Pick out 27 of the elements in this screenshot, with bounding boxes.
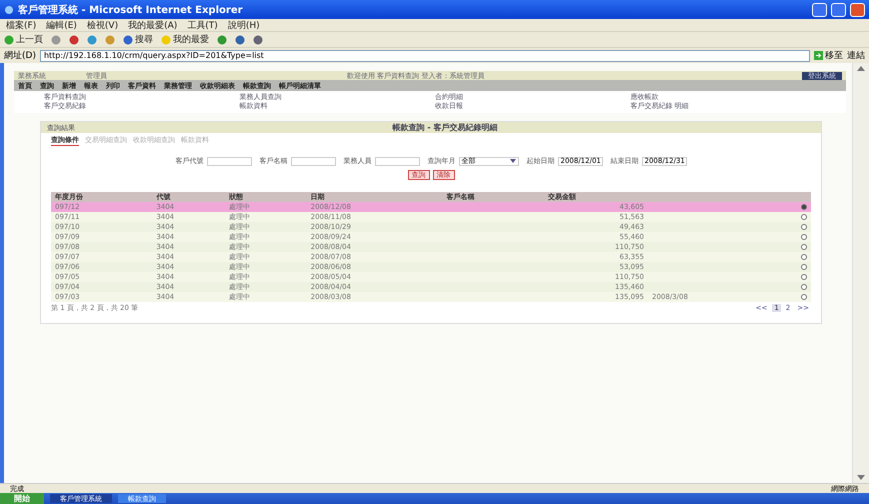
window-title: 客戶管理系統 - Microsoft Internet Explorer: [18, 3, 243, 16]
maximize-button[interactable]: [831, 2, 846, 16]
go-button[interactable]: 移至: [814, 49, 843, 62]
go-arrow-icon: [814, 51, 823, 60]
scroll-down-icon[interactable]: [857, 475, 865, 481]
dropdown-arrow-icon: [510, 158, 516, 164]
links-label[interactable]: 連結: [847, 49, 865, 62]
menu-item[interactable]: 檔案(F): [6, 18, 36, 32]
menu-item[interactable]: 檢視(V): [86, 18, 118, 32]
menu-item[interactable]: 說明(H): [228, 18, 260, 32]
minimize-button[interactable]: [812, 2, 827, 16]
menu-item[interactable]: 工具(T): [187, 18, 218, 32]
scrollbar[interactable]: [852, 63, 869, 483]
toolbar-button[interactable]: 上一頁: [4, 33, 43, 46]
close-button[interactable]: [850, 2, 865, 16]
menu-item[interactable]: 編輯(E): [46, 18, 77, 32]
input-field[interactable]: [374, 156, 420, 166]
input-field[interactable]: [290, 156, 336, 166]
input-field[interactable]: [206, 156, 252, 166]
address-field[interactable]: http://192.168.1.10/crm/query.aspx?ID=201&Type=list: [40, 50, 810, 62]
panel-title: 帳款查詢 - 客戶交易紀錄明細: [392, 122, 498, 133]
toolbar-button[interactable]: 我的最愛: [161, 33, 209, 46]
app-icon: [4, 4, 14, 14]
menu-item[interactable]: 我的最愛(A): [128, 18, 178, 32]
scroll-up-icon[interactable]: [857, 65, 865, 71]
toolbar-button[interactable]: 搜尋: [123, 33, 153, 46]
address-label: 網址(D): [4, 50, 36, 62]
